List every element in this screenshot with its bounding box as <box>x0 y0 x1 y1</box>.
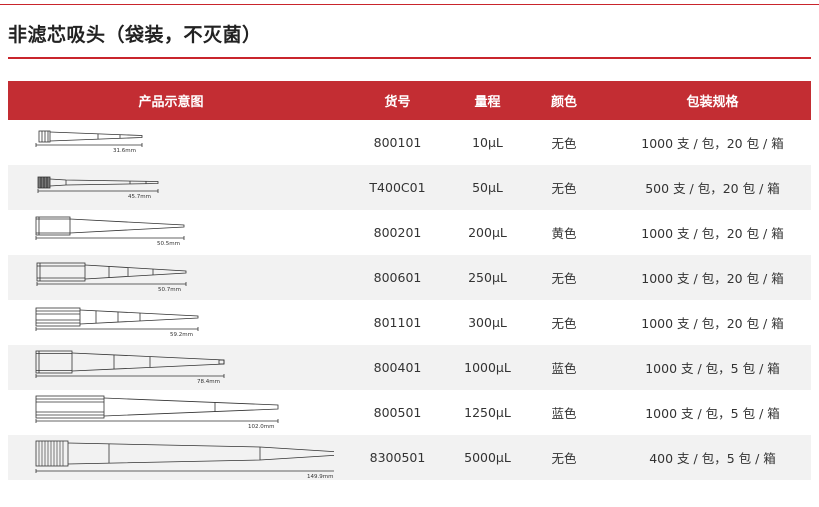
tip-drawing: 50.7mm <box>8 255 334 300</box>
header-code: 货号 <box>384 95 411 110</box>
product-pack: 400 支 / 包，5 包 / 箱 <box>649 451 776 466</box>
table-row: 50.5mm 800201 200µL 黄色 1000 支 / 包，20 包 /… <box>8 210 811 255</box>
pipette-tip-250ul: 50.7mm <box>36 262 187 293</box>
tip-drawing: 45.7mm <box>8 165 334 210</box>
product-pack: 1000 支 / 包，20 包 / 箱 <box>641 271 784 286</box>
product-pack: 1000 支 / 包，5 包 / 箱 <box>645 361 780 376</box>
tip-drawing: 31.6mm <box>8 120 334 165</box>
dimension-label: 50.7mm <box>158 287 181 293</box>
top-rule <box>0 4 819 5</box>
product-color: 无色 <box>551 181 577 196</box>
dimension-label: 78.4mm <box>197 379 220 385</box>
product-range: 300µL <box>468 315 507 330</box>
title-rule <box>8 57 811 59</box>
pipette-tip-300ul: 59.2mm <box>35 307 199 338</box>
pipette-tip-1250ul: 102.0mm <box>35 395 279 430</box>
product-code: 800101 <box>373 135 422 150</box>
product-color: 蓝色 <box>551 361 577 376</box>
product-code: 801101 <box>373 315 422 330</box>
product-code: 8300501 <box>369 450 426 465</box>
pipette-tip-200ul: 50.5mm <box>35 216 185 247</box>
dimension-label: 45.7mm <box>128 194 151 200</box>
table-row: 50.7mm 800601 250µL 无色 1000 支 / 包，20 包 /… <box>8 255 811 300</box>
table-row: 31.6mm 800101 10µL 无色 1000 支 / 包，20 包 / … <box>8 120 811 165</box>
product-color: 无色 <box>551 136 577 151</box>
dimension-label: 149.9mm <box>307 474 333 480</box>
product-code: 800401 <box>373 360 422 375</box>
product-pack: 1000 支 / 包，20 包 / 箱 <box>641 316 784 331</box>
product-color: 无色 <box>551 451 577 466</box>
dimension-label: 31.6mm <box>113 148 136 154</box>
tip-drawing: 78.4mm <box>8 345 334 390</box>
table-row: 45.7mm T400C01 50µL 无色 500 支 / 包，20 包 / … <box>8 165 811 210</box>
product-range: 50µL <box>472 180 503 195</box>
pipette-tip-1000ul: 78.4mm <box>35 350 225 385</box>
product-range: 10µL <box>472 135 503 150</box>
table-row: 59.2mm 801101 300µL 无色 1000 支 / 包，20 包 /… <box>8 300 811 345</box>
pipette-tip-5000ul: 149.9mm <box>35 440 334 480</box>
header-range: 量程 <box>474 95 501 110</box>
table-row: 149.9mm 8300501 5000µL 无色 400 支 / 包，5 包 … <box>8 435 811 480</box>
tip-drawing: 149.9mm <box>8 435 334 480</box>
product-table: 产品示意图 货号 量程 颜色 包装规格 31.6mm 800101 10µL 无… <box>8 81 811 480</box>
header-image: 产品示意图 <box>138 95 204 110</box>
product-code: 800201 <box>373 225 422 240</box>
table-row: 102.0mm 800501 1250µL 蓝色 1000 支 / 包，5 包 … <box>8 390 811 435</box>
product-range: 5000µL <box>464 450 511 465</box>
product-pack: 1000 支 / 包，5 包 / 箱 <box>645 406 780 421</box>
product-code: 800501 <box>373 405 422 420</box>
product-color: 蓝色 <box>551 406 577 421</box>
product-color: 无色 <box>551 271 577 286</box>
product-pack: 1000 支 / 包，20 包 / 箱 <box>641 226 784 241</box>
page-title: 非滤芯吸头（袋装，不灭菌） <box>8 24 262 46</box>
product-pack: 500 支 / 包，20 包 / 箱 <box>645 181 780 196</box>
dimension-label: 59.2mm <box>170 332 193 338</box>
tip-drawing: 102.0mm <box>8 390 334 435</box>
product-range: 1000µL <box>464 360 511 375</box>
product-color: 黄色 <box>551 226 577 241</box>
product-code: T400C01 <box>369 180 426 195</box>
product-range: 250µL <box>468 270 507 285</box>
product-range: 1250µL <box>464 405 511 420</box>
tip-drawing: 50.5mm <box>8 210 334 255</box>
header-pack: 包装规格 <box>686 95 739 110</box>
header-color: 颜色 <box>550 95 577 110</box>
pipette-tip-50ul: 45.7mm <box>37 176 159 200</box>
dimension-label: 102.0mm <box>248 424 274 430</box>
product-range: 200µL <box>468 225 507 240</box>
pipette-tip-10ul: 31.6mm <box>35 130 143 154</box>
tip-drawing: 59.2mm <box>8 300 334 345</box>
product-color: 无色 <box>551 316 577 331</box>
product-pack: 1000 支 / 包，20 包 / 箱 <box>641 136 784 151</box>
product-code: 800601 <box>373 270 422 285</box>
table-row: 78.4mm 800401 1000µL 蓝色 1000 支 / 包，5 包 /… <box>8 345 811 390</box>
table-header: 产品示意图 货号 量程 颜色 包装规格 <box>8 81 811 120</box>
dimension-label: 50.5mm <box>157 241 180 247</box>
